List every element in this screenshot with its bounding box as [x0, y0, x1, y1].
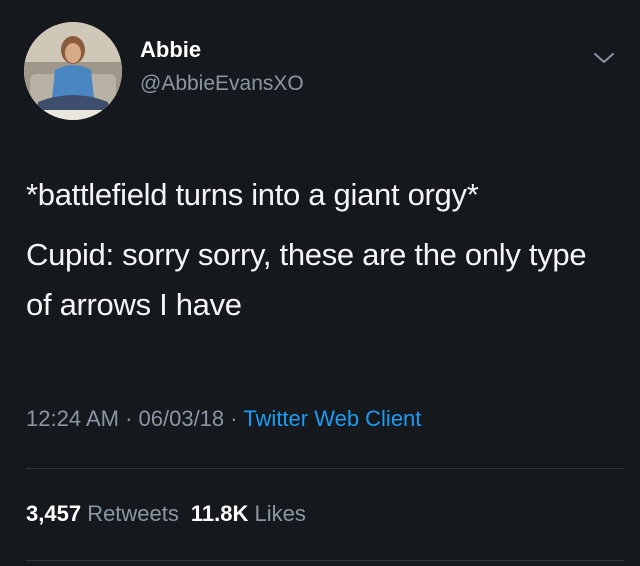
likes-count: 11.8K [190, 501, 249, 526]
meta-separator: · [224, 406, 244, 431]
retweets-stat[interactable]: 3,457 Retweets [26, 501, 179, 526]
avatar[interactable] [24, 22, 122, 120]
user-handle[interactable]: @AbbieEvansXO [140, 70, 304, 98]
tweet-line-1: *battlefield turns into a giant orgy* [26, 177, 479, 212]
source-client-link[interactable]: Twitter Web Client [243, 406, 421, 431]
tweet-line-2: Cupid: sorry sorry, these are the only t… [26, 237, 587, 322]
tweet-card: Abbie @AbbieEvansXO *battlefield turns i… [0, 0, 640, 566]
chevron-down-icon[interactable] [592, 48, 616, 68]
meta-separator: · [118, 406, 139, 431]
tweet-time[interactable]: 12:24 AM [26, 406, 119, 431]
divider [26, 468, 624, 469]
likes-label: Likes [254, 501, 306, 526]
tweet-text: *battlefield turns into a giant orgy* Cu… [26, 170, 616, 330]
author-block: Abbie @AbbieEvansXO [140, 36, 304, 98]
likes-stat[interactable]: 11.8K Likes [191, 501, 306, 526]
retweets-label: Retweets [87, 501, 179, 526]
tweet-date[interactable]: 06/03/18 [139, 406, 225, 431]
engagement-stats: 3,457 Retweets 11.8K Likes [26, 498, 306, 530]
profile-photo-icon [24, 22, 122, 120]
display-name[interactable]: Abbie [140, 36, 304, 64]
retweets-count: 3,457 [26, 501, 82, 526]
tweet-metadata: 12:24 AM · 06/03/18 · Twitter Web Client [26, 404, 421, 434]
divider [26, 560, 624, 561]
